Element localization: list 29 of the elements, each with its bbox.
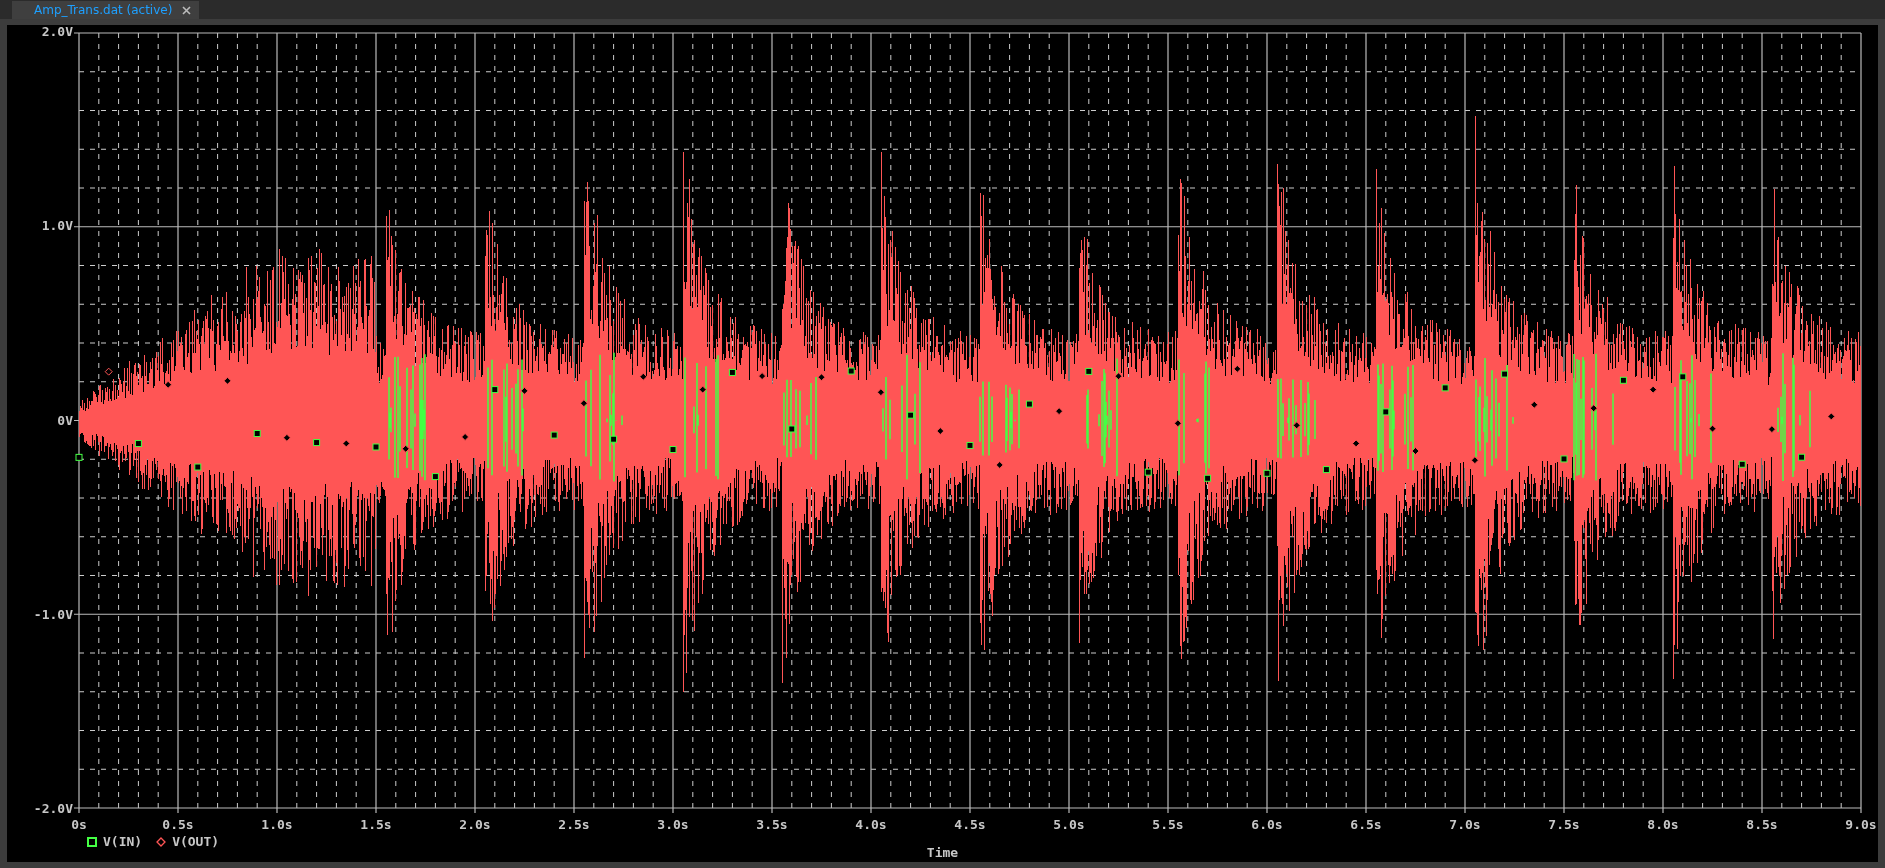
file-tab[interactable]: Amp_Trans.dat (active): [12, 1, 200, 19]
axis-label: 5.0s: [1052, 818, 1086, 832]
axis-label: 8.0s: [1646, 818, 1680, 832]
axis-label: 9.0s: [1844, 818, 1878, 832]
axis-label: 1.5s: [359, 818, 393, 832]
axis-label: 0s: [70, 818, 88, 832]
axis-label: 8.5s: [1745, 818, 1779, 832]
trace-label: V(IN): [103, 835, 143, 849]
close-icon[interactable]: [182, 5, 192, 15]
trace-label: V(OUT): [172, 835, 220, 849]
axis-label: 3.0s: [656, 818, 690, 832]
axis-label: 0V: [57, 413, 73, 428]
axis-label: 3.5s: [755, 818, 789, 832]
axis-label: 6.0s: [1250, 818, 1284, 832]
axis-label: 4.5s: [953, 818, 987, 832]
axis-label: 1.0V: [41, 219, 73, 234]
axis-label: 5.5s: [1151, 818, 1185, 832]
axis-label: -1.0V: [33, 607, 73, 622]
axis-label: 4.0s: [854, 818, 888, 832]
axis-label: 2.0s: [458, 818, 492, 832]
axis-label: 7.0s: [1448, 818, 1482, 832]
axis-label: 1.0s: [260, 818, 294, 832]
axis-label: 2.5s: [557, 818, 591, 832]
axis-label: 0.5s: [161, 818, 195, 832]
axis-label: 6.5s: [1349, 818, 1383, 832]
axis-label: 7.5s: [1547, 818, 1581, 832]
axis-label: -2.0V: [33, 802, 73, 816]
axis-title: Time: [926, 846, 959, 860]
axis-label: 2.0V: [41, 25, 73, 39]
